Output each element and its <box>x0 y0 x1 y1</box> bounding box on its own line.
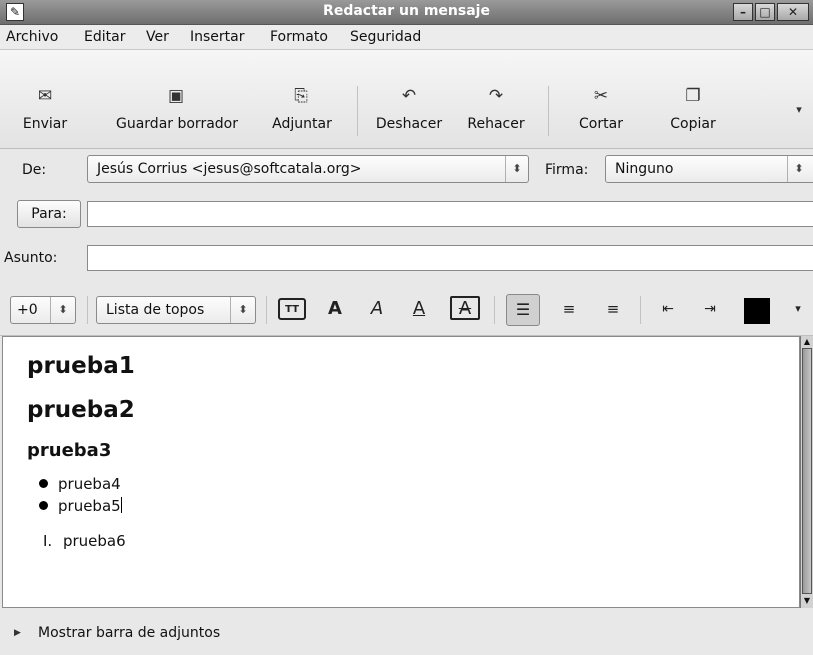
align-left-icon[interactable]: ☰ <box>506 294 540 326</box>
menu-archivo[interactable]: Archivo <box>6 29 58 45</box>
list-item: prueba4 <box>39 475 121 493</box>
close-button[interactable]: ✕ <box>777 3 809 21</box>
save-draft-label: Guardar borrador <box>116 116 238 132</box>
toolbar-separator <box>548 86 549 136</box>
editor-scrollbar[interactable]: ▲ ▼ <box>800 336 813 608</box>
subject-field[interactable] <box>87 245 813 271</box>
text-color-swatch[interactable] <box>744 298 770 324</box>
menu-editar[interactable]: Editar <box>84 29 125 45</box>
spin-arrows-icon: ⬍ <box>787 156 810 182</box>
message-body-editor[interactable]: prueba1 prueba2 prueba3 prueba4 prueba5 … <box>2 336 800 608</box>
toolbar-separator <box>357 86 358 136</box>
menu-bar: Archivo Editar Ver Insertar Formato Segu… <box>0 25 813 50</box>
from-combo[interactable]: Jesús Corrius <jesus@softcatala.org> ⬍ <box>87 155 529 183</box>
maximize-icon: □ <box>759 5 771 19</box>
subject-label: Asunto: <box>4 250 58 266</box>
close-icon: ✕ <box>787 5 799 19</box>
list-item: prueba5 <box>39 497 122 515</box>
scrollbar-thumb[interactable] <box>802 348 812 594</box>
undo-label: Deshacer <box>375 116 443 132</box>
outdent-icon[interactable]: ⇤ <box>654 296 682 322</box>
font-size-combo[interactable]: +0 ⬍ <box>10 296 76 324</box>
numbered-marker: I. <box>43 532 53 550</box>
bullet-icon <box>39 501 48 510</box>
minimize-button[interactable]: – <box>733 3 753 21</box>
format-separator <box>266 296 267 324</box>
undo-icon: ↶ <box>401 86 417 106</box>
paperclip-icon: ⎘ <box>294 86 308 106</box>
paragraph-style-value: Lista de topos <box>106 302 205 318</box>
signature-label: Firma: <box>545 162 589 178</box>
redo-icon: ↷ <box>488 86 504 106</box>
copy-label: Copiar <box>670 116 716 132</box>
title-bar[interactable]: ✎ Redactar un mensaje – □ ✕ <box>0 0 813 25</box>
paragraph-style-combo[interactable]: Lista de topos ⬍ <box>96 296 256 324</box>
menu-seguridad[interactable]: Seguridad <box>350 29 421 45</box>
send-envelope-icon: ✉ <box>37 86 53 106</box>
compose-window: ✎ Redactar un mensaje – □ ✕ Archivo Edit… <box>0 0 813 655</box>
font-size-value: +0 <box>17 302 38 318</box>
from-value: Jesús Corrius <jesus@softcatala.org> <box>97 161 362 177</box>
cut-label: Cortar <box>579 116 623 132</box>
format-separator <box>494 296 495 324</box>
attach-label: Adjuntar <box>272 116 332 132</box>
text-cursor <box>120 497 122 513</box>
teletype-icon[interactable]: TT <box>278 298 306 320</box>
indent-icon[interactable]: ⇥ <box>696 296 724 322</box>
italic-icon[interactable]: A <box>364 296 390 322</box>
spin-arrows-icon: ⬍ <box>50 297 75 323</box>
scissors-icon: ✂ <box>593 86 609 106</box>
scroll-down-icon[interactable]: ▼ <box>801 596 813 606</box>
window-title: Redactar un mensaje <box>323 3 490 19</box>
heading-1: prueba1 <box>27 353 135 379</box>
to-label: Para: <box>31 206 67 222</box>
signature-value: Ninguno <box>615 161 674 177</box>
redo-label: Rehacer <box>467 116 525 132</box>
bullet-text: prueba4 <box>58 475 121 493</box>
to-field[interactable] <box>87 201 813 227</box>
minimize-icon: – <box>740 5 746 19</box>
bullet-text: prueba5 <box>58 497 121 515</box>
align-center-icon[interactable]: ≡ <box>556 296 582 322</box>
attachments-bar[interactable]: ▶ Mostrar barra de adjuntos <box>0 612 813 655</box>
chevron-down-icon[interactable]: ▾ <box>788 296 808 322</box>
show-attachments-label[interactable]: Mostrar barra de adjuntos <box>38 625 220 641</box>
align-right-icon[interactable]: ≡ <box>600 296 626 322</box>
heading-2: prueba2 <box>27 397 135 423</box>
menu-formato[interactable]: Formato <box>270 29 328 45</box>
strikethrough-icon[interactable]: A <box>450 296 480 320</box>
from-label: De: <box>22 162 47 178</box>
heading-3: prueba3 <box>27 440 112 461</box>
numbered-text: prueba6 <box>62 532 126 550</box>
chevron-down-icon[interactable]: ▾ <box>788 100 810 120</box>
expand-triangle-icon[interactable]: ▶ <box>14 628 21 638</box>
maximize-button[interactable]: □ <box>755 3 775 21</box>
signature-combo[interactable]: Ninguno ⬍ <box>605 155 813 183</box>
underline-icon[interactable]: A <box>406 296 432 322</box>
bold-icon[interactable]: A <box>322 296 348 322</box>
menu-ver[interactable]: Ver <box>146 29 169 45</box>
bullet-icon <box>39 479 48 488</box>
to-button[interactable]: Para: <box>17 200 81 228</box>
floppy-disk-icon: ▣ <box>167 86 185 106</box>
spin-arrows-icon: ⬍ <box>230 297 255 323</box>
spin-arrows-icon: ⬍ <box>505 156 528 182</box>
send-label: Enviar <box>22 116 68 132</box>
scroll-up-icon[interactable]: ▲ <box>801 337 813 347</box>
format-separator <box>87 296 88 324</box>
list-item: I. prueba6 <box>43 532 126 550</box>
copy-icon: ❐ <box>685 86 701 106</box>
menu-insertar[interactable]: Insertar <box>190 29 245 45</box>
format-separator <box>640 296 641 324</box>
